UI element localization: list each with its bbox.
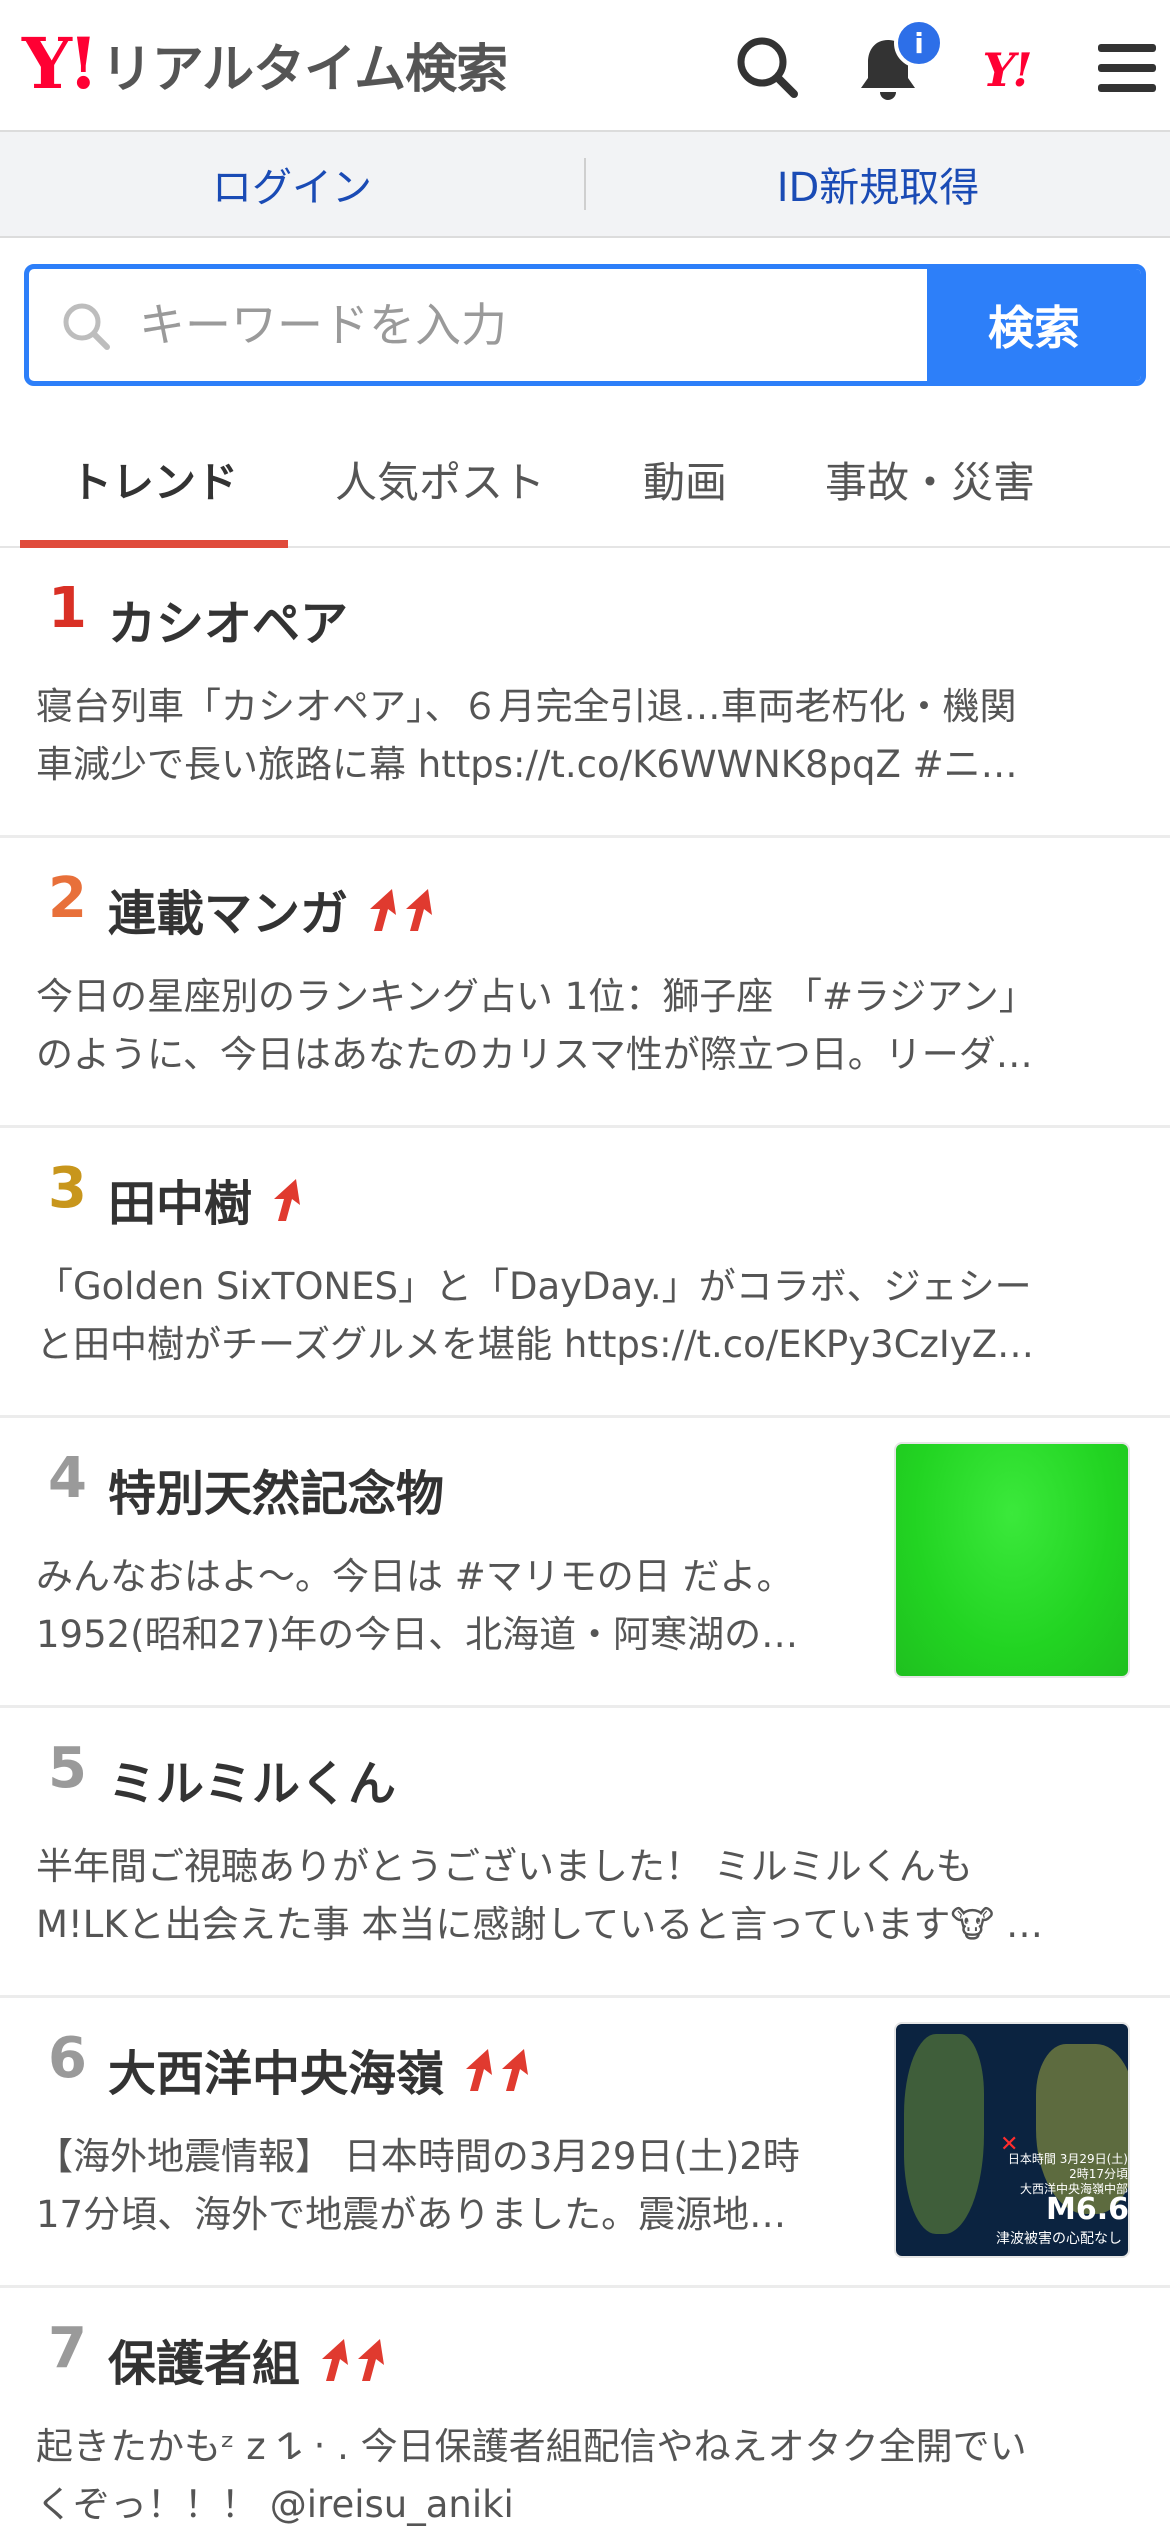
rising-arrow-icon: [406, 889, 433, 931]
search-box: 検索: [24, 264, 1146, 386]
trend-rank: 1: [48, 576, 87, 641]
trend-list: 1 カシオペア 寝台列車「カシオペア」、６月完全引退…車両老朽化・機関 車減少で…: [0, 548, 1170, 2532]
trend-item[interactable]: 7 保護者組 起きたかもᶻ z 𐰁 ‧ . 今日保護者組配信やねえオタク全開でい…: [0, 2288, 1170, 2532]
rising-arrow-icon: [274, 1179, 301, 1221]
trend-title-text: 田中樹: [108, 1176, 253, 1232]
trend-description-line: 起きたかもᶻ z 𐰁 ‧ . 今日保護者組配信やねえオタク全開でい: [36, 2425, 1027, 2468]
search-input[interactable]: [139, 269, 929, 381]
trend-description: 【海外地震情報】 日本時間の3月29日(土)2時 17分頃、海外で地震がありまし…: [36, 2128, 856, 2244]
trend-rank: 6: [48, 2026, 87, 2091]
trend-thumbnail[interactable]: [894, 1442, 1130, 1678]
search-input-icon: [63, 303, 110, 350]
trend-description-line: 1952(昭和27)年の今日、北海道・阿寒湖の…: [36, 1613, 799, 1656]
rising-arrow-icon: [502, 2049, 529, 2091]
search-button[interactable]: 検索: [927, 269, 1141, 381]
trend-description: 寝台列車「カシオペア」、６月完全引退…車両老朽化・機関 車減少で長い旅路に幕 h…: [36, 678, 1116, 794]
tab-videos[interactable]: 動画: [590, 412, 780, 546]
trend-description-line: M!LKと出会えた事 本当に感謝していると言っています🐮 …: [36, 1903, 1043, 1946]
rising-arrows: [316, 2335, 388, 2383]
trend-rank: 2: [48, 866, 87, 931]
logo-title: リアルタイム検索: [100, 39, 508, 100]
trend-title-text: 特別天然記念物: [108, 1466, 445, 1522]
trend-title: 大西洋中央海嶺: [108, 2034, 532, 2104]
yahoo-japan-icon[interactable]: Y!: [966, 30, 1046, 110]
yahoo-realtime-logo[interactable]: Y! リアルタイム検索: [22, 22, 508, 105]
trend-title: 特別天然記念物: [108, 1454, 444, 1524]
rising-arrows: [460, 2045, 532, 2093]
search-field: [29, 269, 929, 381]
trend-description: 今日の星座別のランキング占い 1位：獅子座 「#ラジアン」 のように、今日はあな…: [36, 968, 1116, 1084]
trend-description-line: 車減少で長い旅路に幕 https://t.co/K6WWNK8pqZ #ニ…: [36, 743, 1018, 786]
trend-description-line: 【海外地震情報】 日本時間の3月29日(土)2時: [36, 2135, 800, 2178]
trend-rank: 5: [48, 1736, 87, 1801]
trend-description-line: と田中樹がチーズグルメを堪能 https://t.co/EKPy3CzIyZ…: [36, 1323, 1035, 1366]
rising-arrow-icon: [322, 2339, 349, 2381]
rising-arrow-icon: [370, 889, 397, 931]
trend-description: みんなおはよ〜。今日は #マリモの日 だよ。 1952(昭和27)年の今日、北海…: [36, 1548, 856, 1664]
login-link[interactable]: ログイン: [0, 155, 584, 213]
earthquake-map-thumbnail[interactable]: ✕ 日本時間 3月29日(土) 2時17分頃 大西洋中央海嶺中部 M6.6 津波…: [894, 2022, 1130, 2258]
trend-description-line: 今日の星座別のランキング占い 1位：獅子座 「#ラジアン」: [36, 975, 1036, 1018]
trend-title: 連載マンガ: [108, 874, 436, 944]
rising-arrows: [364, 885, 436, 933]
trend-title: カシオペア: [108, 584, 348, 654]
yahoo-logo-mark: Y!: [22, 22, 99, 105]
trend-description: 起きたかもᶻ z 𐰁 ‧ . 今日保護者組配信やねえオタク全開でい くぞっ！！！…: [36, 2418, 1116, 2532]
trend-title-text: 大西洋中央海嶺: [108, 2046, 445, 2102]
trend-title: 保護者組: [108, 2324, 388, 2394]
trend-item[interactable]: 1 カシオペア 寝台列車「カシオペア」、６月完全引退…車両老朽化・機関 車減少で…: [0, 548, 1170, 838]
trend-title: 田中樹: [108, 1164, 304, 1234]
category-tabs: トレンド 人気ポスト 動画 事故・災害: [0, 412, 1170, 548]
trend-item[interactable]: 4 特別天然記念物 みんなおはよ〜。今日は #マリモの日 だよ。 1952(昭和…: [0, 1418, 1170, 1708]
trend-title-text: ミルミルくん: [108, 1756, 397, 1812]
map-landmass: [904, 2034, 984, 2234]
trend-description-line: 半年間ご視聴ありがとうございました！ ミルミルくんも: [36, 1845, 973, 1888]
tab-accidents-disasters[interactable]: 事故・災害: [790, 412, 1070, 546]
rising-arrow-icon: [358, 2339, 385, 2381]
trend-description-line: くぞっ！！！ @ireisu_aniki: [36, 2483, 514, 2526]
search-icon[interactable]: [728, 28, 808, 108]
hamburger-menu-icon[interactable]: [1088, 28, 1168, 108]
trend-item[interactable]: 2 連載マンガ 今日の星座別のランキング占い 1位：獅子座 「#ラジアン」 のよ…: [0, 838, 1170, 1128]
trend-item[interactable]: 3 田中樹 「Golden SixTONES」と「DayDay.」がコラボ、ジェ…: [0, 1128, 1170, 1418]
yahoo-japan-mark: Y!: [982, 43, 1032, 97]
tab-popular-posts[interactable]: 人気ポスト: [300, 412, 580, 546]
trend-description-line: 17分頃、海外で地震がありました。震源地…: [36, 2193, 787, 2236]
rising-arrows: [268, 1175, 304, 1223]
tab-trend[interactable]: トレンド: [20, 412, 288, 548]
trend-title: ミルミルくん: [108, 1744, 396, 1814]
trend-item[interactable]: 6 大西洋中央海嶺 【海外地震情報】 日本時間の3月29日(土)2時 17分頃、…: [0, 1998, 1170, 2288]
tsunami-note: 津波被害の心配なし: [996, 2231, 1122, 2247]
trend-item[interactable]: 5 ミルミルくん 半年間ご視聴ありがとうございました！ ミルミルくんも M!LK…: [0, 1708, 1170, 1998]
signup-link[interactable]: ID新規取得: [586, 155, 1170, 213]
trend-description: 「Golden SixTONES」と「DayDay.」がコラボ、ジェシー と田中…: [36, 1258, 1116, 1374]
trend-rank: 3: [48, 1156, 87, 1221]
quake-magnitude: M6.6: [1046, 2192, 1129, 2227]
trend-description-line: のように、今日はあなたのカリスマ性が際立つ日。リーダ…: [36, 1033, 1033, 1076]
rising-arrow-icon: [466, 2049, 493, 2091]
trend-description-line: みんなおはよ〜。今日は #マリモの日 だよ。: [36, 1555, 794, 1598]
trend-rank: 7: [48, 2316, 87, 2381]
trend-title-text: 保護者組: [108, 2336, 301, 2392]
trend-rank: 4: [48, 1446, 87, 1511]
app-header: Y! リアルタイム検索 i Y!: [0, 0, 1170, 132]
trend-description: 半年間ご視聴ありがとうございました！ ミルミルくんも M!LKと出会えた事 本当…: [36, 1838, 1116, 1954]
login-bar: ログイン ID新規取得: [0, 132, 1170, 238]
quake-info-text: 日本時間 3月29日(土) 2時17分頃 大西洋中央海嶺中部: [1007, 2152, 1128, 2196]
trend-title-text: カシオペア: [108, 596, 349, 652]
trend-description-line: 寝台列車「カシオペア」、６月完全引退…車両老朽化・機関: [36, 685, 1017, 728]
trend-description-line: 「Golden SixTONES」と「DayDay.」がコラボ、ジェシー: [36, 1265, 1032, 1308]
trend-title-text: 連載マンガ: [108, 886, 349, 942]
notification-badge: i: [894, 18, 944, 68]
